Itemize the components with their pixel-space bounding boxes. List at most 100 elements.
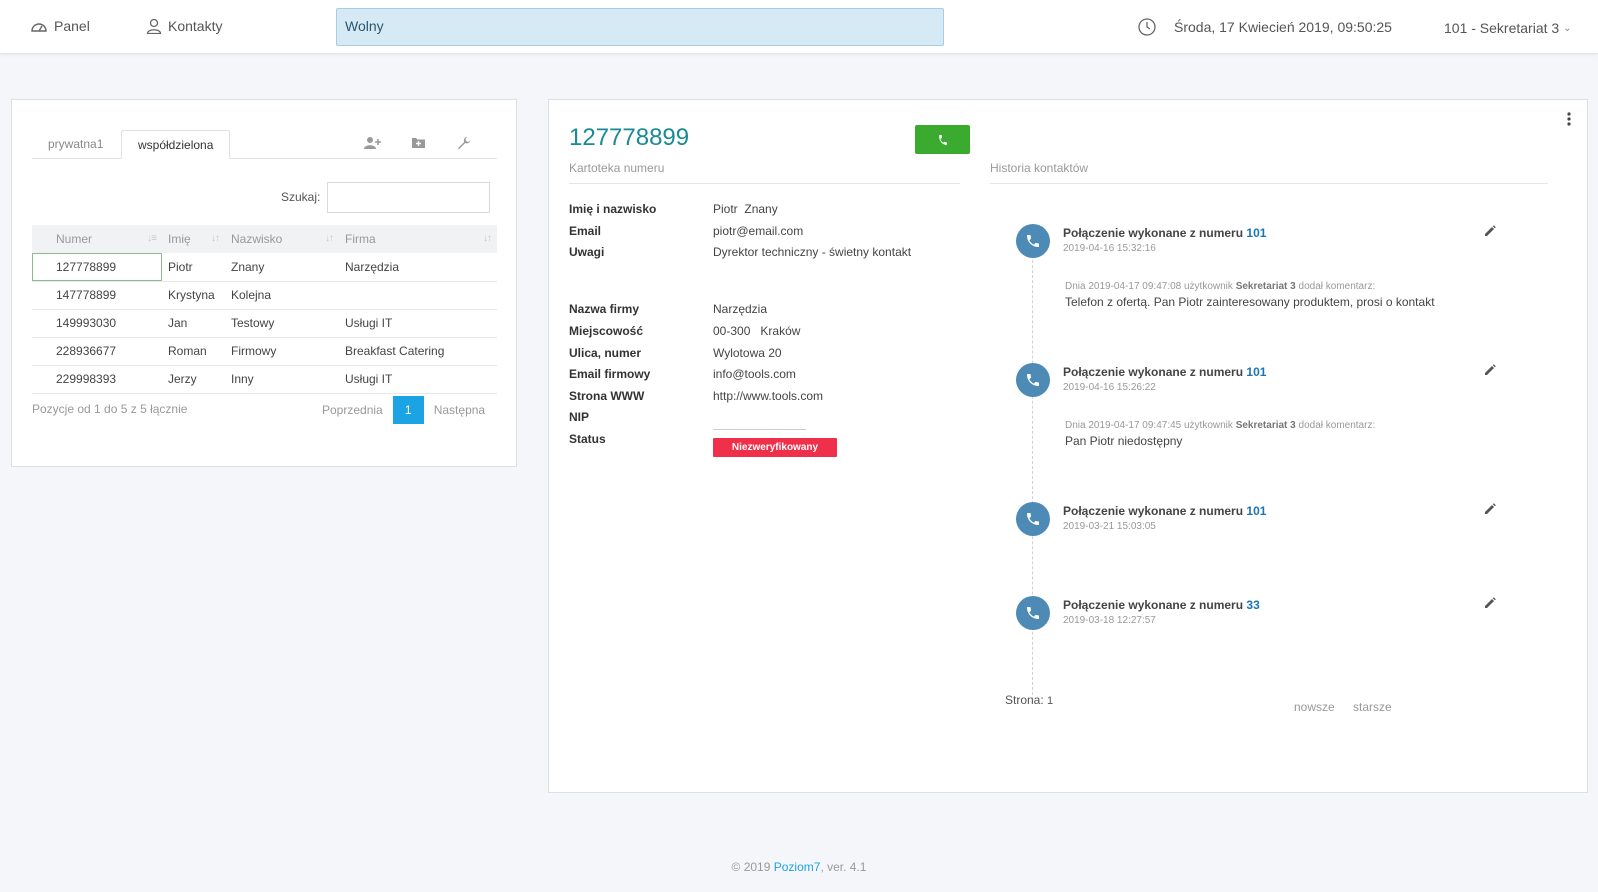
call-prefix: Połączenie wykonane z numeru bbox=[1063, 365, 1244, 379]
phone-icon bbox=[1027, 374, 1039, 386]
edit-pencil-icon[interactable] bbox=[1484, 503, 1496, 518]
add-folder-icon[interactable] bbox=[411, 136, 426, 152]
edit-pencil-icon[interactable] bbox=[1484, 225, 1496, 240]
call-prefix: Połączenie wykonane z numeru bbox=[1063, 598, 1244, 612]
page-1-button[interactable]: 1 bbox=[392, 396, 424, 424]
contact-number-title: 127778899 bbox=[569, 124, 690, 151]
user-menu[interactable]: 101 - Sekretariat 3 ⌄ bbox=[1444, 20, 1572, 36]
col-nazwisko[interactable]: Nazwisko ↓↑ bbox=[225, 225, 339, 253]
current-datetime: Środa, 17 Kwiecień 2019, 09:50:25 bbox=[1174, 19, 1392, 35]
prev-page-button[interactable]: Poprzednia bbox=[312, 397, 393, 423]
comment-user: Sekretariat 3 bbox=[1235, 281, 1296, 292]
wrench-icon[interactable] bbox=[457, 136, 471, 153]
cell-nazwisko[interactable]: Testowy bbox=[225, 309, 339, 338]
table-row[interactable]: 147778899 Krystyna Kolejna bbox=[32, 281, 497, 310]
cell-imie[interactable]: Krystyna bbox=[162, 281, 225, 310]
www-value[interactable]: http://www.tools.com bbox=[713, 389, 823, 403]
nav-panel[interactable]: Panel bbox=[30, 18, 90, 34]
nip-empty-value bbox=[713, 429, 806, 430]
contact-card-panel: 127778899 Kartoteka numeru Historia kont… bbox=[548, 99, 1588, 793]
cell-numer[interactable]: 149993030 bbox=[32, 309, 162, 338]
edit-pencil-icon[interactable] bbox=[1484, 597, 1496, 612]
sort-icon: ↓↑ bbox=[483, 233, 492, 244]
history-section-label: Historia kontaktów bbox=[990, 161, 1089, 175]
card-divider bbox=[569, 183, 960, 184]
cell-firma[interactable]: Breakfast Catering bbox=[339, 337, 497, 366]
table-row[interactable]: 127778899 Piotr Znany Narzędzia bbox=[32, 253, 497, 282]
history-caller-number[interactable]: 101 bbox=[1246, 365, 1266, 379]
street-label: Ulica, numer bbox=[569, 346, 642, 360]
postcode: 00-300 bbox=[713, 324, 751, 338]
call-history-icon bbox=[1016, 596, 1050, 630]
table-row[interactable]: 228936677 Roman Firmowy Breakfast Cateri… bbox=[32, 337, 497, 366]
pager: Poprzednia 1 Następna bbox=[312, 396, 495, 424]
cell-firma[interactable]: Narzędzia bbox=[339, 253, 497, 282]
cell-numer[interactable]: 228936677 bbox=[32, 337, 162, 366]
footer-version: , ver. 4.1 bbox=[820, 860, 867, 874]
add-contact-icon[interactable] bbox=[364, 136, 382, 153]
notes-label: Uwagi bbox=[569, 245, 605, 259]
cell-imie[interactable]: Jan bbox=[162, 309, 225, 338]
pager-info: Pozycje od 1 do 5 z 5 łącznie bbox=[32, 402, 188, 416]
history-entry-date: 2019-04-16 15:32:16 bbox=[1063, 243, 1156, 254]
footer: © 2019 Poziom7, ver. 4.1 bbox=[0, 860, 1598, 874]
user-icon bbox=[146, 18, 162, 34]
comment-meta: Dnia 2019-04-17 09:47:45 użytkownik Sekr… bbox=[1065, 420, 1375, 431]
older-button[interactable]: starsze bbox=[1353, 700, 1392, 714]
cell-numer[interactable]: 147778899 bbox=[32, 281, 162, 310]
tab-wspoldzielona[interactable]: współdzielona bbox=[121, 130, 231, 159]
cell-imie[interactable]: Piotr bbox=[162, 253, 225, 282]
cell-imie[interactable]: Roman bbox=[162, 337, 225, 366]
history-entry-date: 2019-03-21 15:03:05 bbox=[1063, 521, 1156, 532]
company-email-value[interactable]: info@tools.com bbox=[713, 367, 796, 381]
col-imie[interactable]: Imię ↓↑ bbox=[162, 225, 225, 253]
comment-user-word: użytkownik bbox=[1184, 420, 1233, 431]
cell-nazwisko[interactable]: Firmowy bbox=[225, 337, 339, 366]
table-row[interactable]: 229998393 Jerzy Inny Usługi IT bbox=[32, 365, 497, 394]
email-value[interactable]: piotr@email.com bbox=[713, 224, 803, 238]
newer-button[interactable]: nowsze bbox=[1294, 700, 1335, 714]
table-row[interactable]: 149993030 Jan Testowy Usługi IT bbox=[32, 309, 497, 338]
col-numer[interactable]: Numer ↓≡ bbox=[32, 225, 162, 253]
cell-imie[interactable]: Jerzy bbox=[162, 365, 225, 394]
history-caller-number[interactable]: 101 bbox=[1246, 226, 1266, 240]
cell-nazwisko[interactable]: Znany bbox=[225, 253, 339, 282]
agent-status-bar[interactable]: Wolny bbox=[336, 8, 944, 46]
call-history-icon bbox=[1016, 363, 1050, 397]
tab-prywatna1[interactable]: prywatna1 bbox=[32, 130, 119, 159]
footer-brand-link[interactable]: Poziom7 bbox=[774, 860, 821, 874]
history-entry-title: Połączenie wykonane z numeru 101 bbox=[1063, 365, 1266, 379]
col-imie-label: Imię bbox=[168, 232, 191, 246]
cell-nazwisko[interactable]: Kolejna bbox=[225, 281, 339, 310]
history-caller-number[interactable]: 101 bbox=[1246, 504, 1266, 518]
edit-pencil-icon[interactable] bbox=[1484, 364, 1496, 379]
contacts-table: Numer ↓≡ Imię ↓↑ Nazwisko ↓↑ Firma ↓↑ 127778… bbox=[32, 225, 497, 394]
history-caller-number[interactable]: 33 bbox=[1246, 598, 1259, 612]
more-options-icon[interactable] bbox=[1567, 112, 1571, 129]
cell-numer[interactable]: 229998393 bbox=[32, 365, 162, 394]
call-history-icon bbox=[1016, 502, 1050, 536]
phone-icon bbox=[1027, 235, 1039, 247]
city-value: 00-300 Kraków bbox=[713, 324, 800, 338]
next-page-button[interactable]: Następna bbox=[424, 397, 495, 423]
cell-numer[interactable]: 127778899 bbox=[32, 253, 162, 282]
search-input[interactable] bbox=[327, 182, 490, 213]
city-label: Miejscowość bbox=[569, 324, 644, 338]
col-firma[interactable]: Firma ↓↑ bbox=[339, 225, 497, 253]
cell-firma[interactable]: Usługi IT bbox=[339, 309, 497, 338]
sort-asc-icon: ↓≡ bbox=[147, 233, 157, 244]
notes-value: Dyrektor techniczny - świetny kontakt bbox=[713, 245, 912, 259]
cell-firma[interactable] bbox=[339, 281, 497, 310]
street-value: Wylotowa 20 bbox=[713, 346, 782, 360]
comment-user-word: użytkownik bbox=[1184, 281, 1233, 292]
cell-firma[interactable]: Usługi IT bbox=[339, 365, 497, 394]
nav-contacts[interactable]: Kontakty bbox=[146, 18, 222, 34]
company-label: Nazwa firmy bbox=[569, 302, 640, 316]
call-prefix: Połączenie wykonane z numeru bbox=[1063, 504, 1244, 518]
history-entry-title: Połączenie wykonane z numeru 101 bbox=[1063, 226, 1266, 240]
clock-area: Środa, 17 Kwiecień 2019, 09:50:25 bbox=[1138, 18, 1392, 36]
city: Kraków bbox=[760, 324, 801, 338]
cell-nazwisko[interactable]: Inny bbox=[225, 365, 339, 394]
call-button[interactable] bbox=[915, 125, 970, 154]
clock-icon bbox=[1138, 18, 1156, 36]
